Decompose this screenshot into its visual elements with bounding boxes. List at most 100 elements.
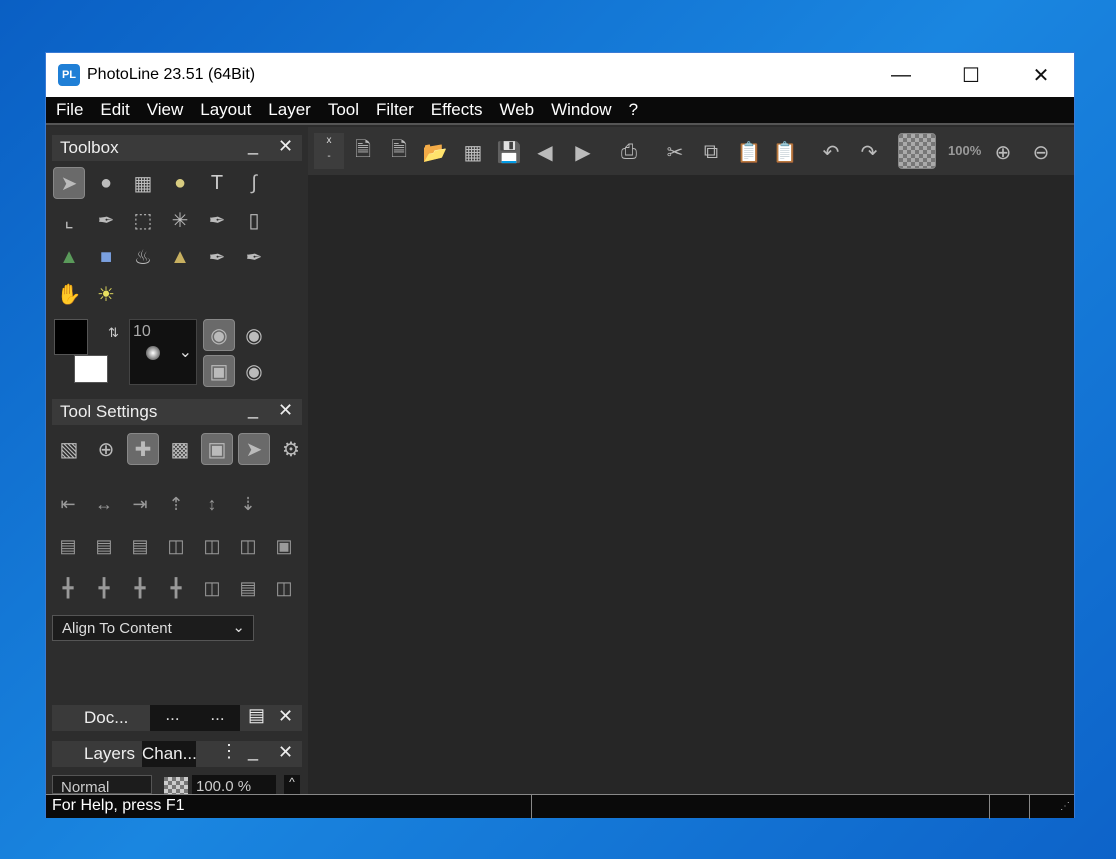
- align-option-icon[interactable]: ⇡: [161, 489, 191, 519]
- gradient-tool-icon[interactable]: ■: [90, 241, 122, 273]
- smudge-hand-tool-icon[interactable]: ✋: [53, 278, 85, 310]
- move-layer-icon[interactable]: ▩: [164, 433, 196, 465]
- align-mode-dropdown[interactable]: Align To Content ⌄: [52, 615, 254, 641]
- menu-tool[interactable]: Tool: [328, 100, 359, 120]
- resize-grip-icon[interactable]: ⋰: [1060, 801, 1070, 812]
- close-panel-button[interactable]: ✕: [278, 136, 293, 157]
- menu-file[interactable]: File: [56, 100, 83, 120]
- align-option-icon[interactable]: ⇤: [53, 489, 83, 519]
- redo-icon[interactable]: ↷: [854, 137, 884, 167]
- spray-tool-icon[interactable]: ▲: [53, 241, 85, 273]
- mask-icon[interactable]: ◉: [203, 319, 235, 351]
- forward-icon[interactable]: ▶: [568, 137, 598, 167]
- copy-icon[interactable]: ⧉: [696, 137, 726, 167]
- background-color[interactable]: [74, 355, 108, 383]
- document-tab[interactable]: ...: [150, 705, 195, 731]
- minimize-panel-button[interactable]: _: [248, 135, 258, 156]
- text-tool-icon[interactable]: T: [201, 167, 233, 199]
- layers-tab[interactable]: Layers: [84, 744, 135, 764]
- canvas-area[interactable]: x- 🗎 🗎 📂 ▦ 💾 ◀ ▶ ⎙ ✂ ⧉ 📋 📋 ↶ ↷ 100% ⊕ ⊖: [308, 127, 1074, 794]
- path-tool-icon[interactable]: ∫: [238, 167, 270, 199]
- menu-window[interactable]: Window: [551, 100, 611, 120]
- pointer-icon[interactable]: ➤: [238, 433, 270, 465]
- brush-preset[interactable]: 10 ⌄: [129, 319, 197, 385]
- add-point-icon[interactable]: ✚: [127, 433, 159, 465]
- minimize-button[interactable]: —: [866, 53, 936, 97]
- zoom-out-icon[interactable]: ⊖: [1026, 137, 1056, 167]
- align-option-icon[interactable]: ◫: [269, 573, 299, 603]
- crop-tool-icon[interactable]: ⌞: [53, 204, 85, 236]
- align-option-icon[interactable]: ╋: [53, 573, 83, 603]
- maximize-panel-button[interactable]: ▤: [248, 705, 265, 726]
- align-option-icon[interactable]: ╋: [89, 573, 119, 603]
- clone-brush-tool-icon[interactable]: ✒: [201, 241, 233, 273]
- open-file-icon[interactable]: 📂: [420, 137, 450, 167]
- undo-icon[interactable]: ↶: [816, 137, 846, 167]
- selection-mask-icon[interactable]: ▣: [203, 355, 235, 387]
- paste-icon[interactable]: 📋: [734, 137, 764, 167]
- align-option-icon[interactable]: ⇥: [125, 489, 155, 519]
- menu-help[interactable]: ?: [629, 100, 638, 120]
- menu-filter[interactable]: Filter: [376, 100, 414, 120]
- mask-brush-icon[interactable]: ◉: [238, 319, 270, 351]
- blend-mode-dropdown[interactable]: Normal: [52, 775, 152, 794]
- document-tab[interactable]: ...: [195, 705, 240, 731]
- close-panel-button[interactable]: ✕: [278, 742, 293, 763]
- maximize-button[interactable]: ☐: [936, 53, 1006, 97]
- cut-icon[interactable]: ✂: [660, 137, 690, 167]
- close-button[interactable]: ✕: [1006, 53, 1076, 97]
- align-option-icon[interactable]: ◫: [197, 573, 227, 603]
- align-option-icon[interactable]: ▤: [89, 531, 119, 561]
- eyedropper-tool-icon[interactable]: ✒: [90, 204, 122, 236]
- back-icon[interactable]: ◀: [530, 137, 560, 167]
- pointer-tool-icon[interactable]: ➤: [53, 167, 85, 199]
- more-options-icon[interactable]: ⋮: [220, 741, 238, 762]
- swap-colors-icon[interactable]: ⇅: [108, 325, 119, 341]
- ellipse-shape-tool-icon[interactable]: ●: [90, 167, 122, 199]
- new-document-icon[interactable]: 🗎: [348, 137, 378, 167]
- brush-tool-icon[interactable]: ✒: [201, 204, 233, 236]
- gear-icon[interactable]: ⚙: [275, 433, 307, 465]
- align-option-icon[interactable]: ↕: [197, 489, 227, 519]
- menu-layer[interactable]: Layer: [268, 100, 311, 120]
- align-option-icon[interactable]: ◫: [161, 531, 191, 561]
- menu-effects[interactable]: Effects: [431, 100, 483, 120]
- rect-select-tool-icon[interactable]: ⬚: [127, 204, 159, 236]
- eraser-tool-icon[interactable]: ▯: [238, 204, 270, 236]
- fill-tool-icon[interactable]: ♨: [127, 241, 159, 273]
- close-document-button[interactable]: x-: [314, 133, 344, 169]
- minimize-panel-button[interactable]: _: [248, 741, 258, 762]
- align-option-icon[interactable]: ⇣: [233, 489, 263, 519]
- close-panel-button[interactable]: ✕: [278, 400, 293, 421]
- align-option-icon[interactable]: ◫: [197, 531, 227, 561]
- align-option-icon[interactable]: ↔: [89, 489, 119, 519]
- stamp-tool-icon[interactable]: ▲: [164, 241, 196, 273]
- zoom-level[interactable]: 100%: [948, 143, 981, 158]
- opacity-field[interactable]: 100.0 %: [192, 775, 276, 794]
- align-option-icon[interactable]: ▤: [125, 531, 155, 561]
- opacity-up-button[interactable]: ^: [284, 775, 300, 794]
- color-palette-icon[interactable]: ▦: [458, 137, 488, 167]
- fit-bounds-icon[interactable]: ▣: [201, 433, 233, 465]
- paste-new-icon[interactable]: 📋: [770, 137, 800, 167]
- save-icon[interactable]: 💾: [494, 137, 524, 167]
- dodge-tool-icon[interactable]: ☀: [90, 278, 122, 310]
- align-option-icon[interactable]: ╋: [125, 573, 155, 603]
- align-option-icon[interactable]: ╋: [161, 573, 191, 603]
- menu-web[interactable]: Web: [499, 100, 534, 120]
- align-option-icon[interactable]: ▤: [233, 573, 263, 603]
- magic-wand-tool-icon[interactable]: ✳: [164, 204, 196, 236]
- transform-off-icon[interactable]: ▧: [53, 433, 85, 465]
- menu-layout[interactable]: Layout: [200, 100, 251, 120]
- close-panel-button[interactable]: ✕: [278, 706, 293, 727]
- circle-shape-tool-icon[interactable]: ●: [164, 167, 196, 199]
- menu-view[interactable]: View: [147, 100, 184, 120]
- patch-brush-tool-icon[interactable]: ✒: [238, 241, 270, 273]
- new-text-document-icon[interactable]: 🗎: [384, 137, 414, 167]
- minimize-panel-button[interactable]: _: [248, 399, 258, 420]
- center-target-icon[interactable]: ⊕: [90, 433, 122, 465]
- mesh-brush-tool-icon[interactable]: ▦: [127, 167, 159, 199]
- align-option-icon[interactable]: ▤: [53, 531, 83, 561]
- transparency-toggle-button[interactable]: [898, 133, 936, 169]
- menu-edit[interactable]: Edit: [100, 100, 129, 120]
